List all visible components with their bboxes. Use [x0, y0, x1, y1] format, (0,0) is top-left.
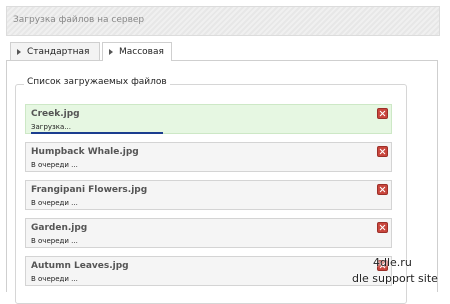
file-item: Autumn Leaves.jpg В очереди ... [25, 256, 392, 286]
file-status: В очереди ... [31, 161, 78, 169]
header-title: Загрузка файлов на сервер [13, 15, 145, 25]
file-name: Creek.jpg [31, 109, 80, 119]
file-name: Garden.jpg [31, 223, 88, 233]
file-status: В очереди ... [31, 199, 78, 207]
upload-progress-bar [31, 132, 163, 134]
arrow-right-icon [109, 49, 113, 55]
watermark-tagline: dle support site [352, 272, 438, 285]
file-status: В очереди ... [31, 275, 78, 283]
file-item: Frangipani Flowers.jpg В очереди ... [25, 180, 392, 210]
remove-file-icon[interactable] [377, 146, 388, 157]
tabs-bar: Стандартная Массовая [6, 38, 438, 61]
tab-label: Массовая [119, 47, 164, 57]
file-status: Загрузка... [31, 123, 71, 131]
tab-standard[interactable]: Стандартная [10, 42, 100, 60]
file-item: Humpback Whale.jpg В очереди ... [25, 142, 392, 172]
file-item: Creek.jpg Загрузка... [25, 104, 392, 134]
remove-file-icon[interactable] [377, 222, 388, 233]
file-item: Garden.jpg В очереди ... [25, 218, 392, 248]
remove-file-icon[interactable] [377, 108, 388, 119]
tab-label: Стандартная [27, 47, 90, 57]
tab-bulk[interactable]: Массовая [102, 42, 172, 61]
file-name: Humpback Whale.jpg [31, 147, 139, 157]
watermark-site: 4dle.ru [373, 256, 412, 269]
file-status: В очереди ... [31, 237, 78, 245]
page-header: Загрузка файлов на сервер [6, 6, 440, 36]
file-list-legend: Список загружаемых файлов [24, 77, 170, 87]
remove-file-icon[interactable] [377, 184, 388, 195]
arrow-right-icon [17, 49, 21, 55]
file-name: Autumn Leaves.jpg [31, 261, 129, 271]
file-name: Frangipani Flowers.jpg [31, 185, 148, 195]
